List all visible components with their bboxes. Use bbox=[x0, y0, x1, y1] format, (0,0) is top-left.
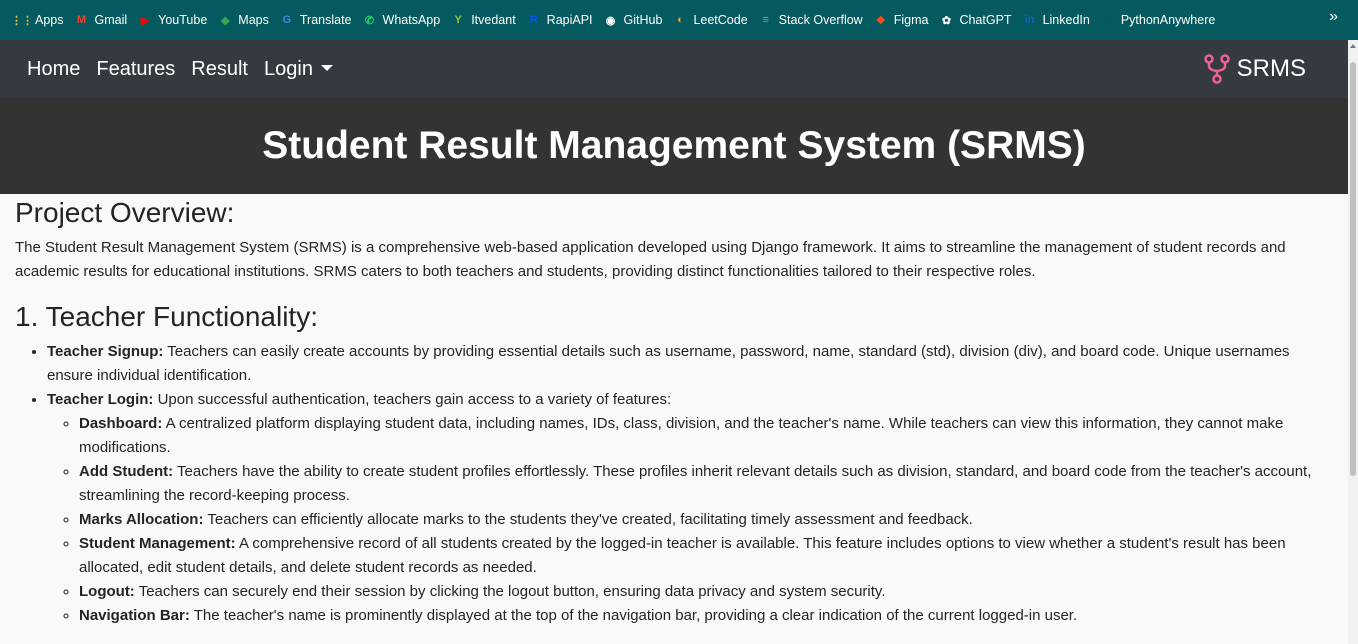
brand-name: SRMS bbox=[1236, 55, 1306, 82]
list-item: Navigation Bar: The teacher's name is pr… bbox=[79, 604, 1335, 628]
bookmark-label: RapiAPI bbox=[546, 13, 593, 27]
list-item: Marks Allocation: Teachers can efficient… bbox=[79, 508, 1335, 532]
scroll-up-arrow-icon[interactable] bbox=[1350, 44, 1356, 48]
bookmark-maps[interactable]: ◆ Maps bbox=[213, 7, 275, 33]
bookmark-label: GitHub bbox=[623, 13, 663, 27]
teacher-functionality-heading: 1. Teacher Functionality: bbox=[15, 301, 318, 332]
caret-down-icon bbox=[320, 64, 333, 71]
nav-login-dropdown[interactable]: Login bbox=[264, 58, 333, 81]
list-item: Add Student: Teachers have the ability t… bbox=[79, 460, 1335, 508]
bookmark-chatgpt[interactable]: ✿ ChatGPT bbox=[934, 7, 1017, 33]
bookmark-label: ChatGPT bbox=[959, 13, 1012, 27]
bookmark-translate[interactable]: G Translate bbox=[275, 7, 358, 33]
gmail-icon: M bbox=[76, 14, 87, 26]
signup-text: Teachers can easily create accounts by p… bbox=[47, 343, 1290, 384]
pythonanywhere-icon: ◌ bbox=[1104, 14, 1112, 26]
feature-label: Student Management: bbox=[79, 535, 236, 552]
rapidapi-icon: R bbox=[529, 14, 538, 26]
feature-text: A centralized platform displaying studen… bbox=[79, 415, 1284, 456]
login-features-sublist: Dashboard: A centralized platform displa… bbox=[47, 412, 1335, 628]
linkedin-icon: in bbox=[1024, 14, 1035, 26]
feature-label: Dashboard: bbox=[79, 415, 163, 432]
bookmark-itvedant[interactable]: Y Itvedant bbox=[446, 7, 521, 33]
signup-label: Teacher Signup: bbox=[47, 343, 164, 360]
overview-paragraph: The Student Result Management System (SR… bbox=[15, 239, 1286, 280]
navbar: Home Features Result Login SRMS bbox=[0, 40, 1348, 98]
list-item: Logout: Teachers can securely end their … bbox=[79, 580, 1335, 604]
page-scrollbar[interactable] bbox=[1348, 40, 1358, 644]
feature-label: Marks Allocation: bbox=[79, 511, 204, 528]
figma-icon: ❖ bbox=[875, 14, 886, 27]
fork-logo-icon bbox=[1203, 54, 1230, 84]
feature-text: Teachers can efficiently allocate marks … bbox=[203, 511, 973, 528]
bookmark-label: Translate bbox=[299, 13, 352, 27]
login-text: Upon successful authentication, teachers… bbox=[153, 391, 672, 408]
bookmark-label: LeetCode bbox=[693, 13, 748, 27]
bookmark-label: Gmail bbox=[94, 13, 128, 27]
maps-icon: ◆ bbox=[221, 14, 230, 27]
bookmark-label: Figma bbox=[893, 13, 929, 27]
feature-text: Teachers have the ability to create stud… bbox=[79, 463, 1312, 504]
bookmark-label: WhatsApp bbox=[382, 13, 441, 27]
bookmark-stack-overflow[interactable]: ≡ Stack Overflow bbox=[754, 7, 869, 33]
scrollbar-thumb[interactable] bbox=[1350, 62, 1356, 476]
chatgpt-icon: ✿ bbox=[941, 14, 952, 27]
feature-text: Teachers can securely end their session … bbox=[134, 583, 886, 600]
itvedant-icon: Y bbox=[454, 14, 462, 26]
feature-text: A comprehensive record of all students c… bbox=[79, 535, 1286, 576]
nav-result-link[interactable]: Result bbox=[191, 58, 248, 81]
bookmark-label: Itvedant bbox=[471, 13, 516, 27]
bookmark-label: Apps bbox=[35, 13, 64, 27]
nav-home-link[interactable]: Home bbox=[27, 58, 80, 81]
github-icon: ◉ bbox=[605, 14, 616, 27]
bookmark-apps[interactable]: ⋮⋮ Apps bbox=[10, 7, 70, 33]
list-item-teacher-signup: Teacher Signup: Teachers can easily crea… bbox=[47, 340, 1335, 388]
overview-heading: Project Overview: bbox=[15, 197, 235, 228]
bookmarks-overflow-button[interactable]: » bbox=[1329, 8, 1338, 26]
bookmark-label: YouTube bbox=[158, 13, 208, 27]
bookmark-label: Stack Overflow bbox=[778, 13, 863, 27]
login-label: Teacher Login: bbox=[47, 391, 154, 408]
list-item: Dashboard: A centralized platform displa… bbox=[79, 412, 1335, 460]
teacher-feature-list: Teacher Signup: Teachers can easily crea… bbox=[15, 340, 1335, 628]
bookmark-figma[interactable]: ❖ Figma bbox=[869, 7, 935, 33]
apps-grid-icon: ⋮⋮ bbox=[11, 14, 33, 27]
bookmark-leetcode[interactable]: ◐ LeetCode bbox=[668, 7, 753, 33]
whatsapp-icon: ✆ bbox=[364, 14, 375, 27]
stackoverflow-icon: ≡ bbox=[762, 14, 769, 26]
list-item-teacher-login: Teacher Login: Upon successful authentic… bbox=[47, 388, 1335, 628]
nav-login-label: Login bbox=[264, 57, 313, 80]
brand-link[interactable]: SRMS bbox=[1203, 54, 1306, 84]
bookmark-gmail[interactable]: M Gmail bbox=[70, 7, 134, 33]
hero-banner: Student Result Management System (SRMS) bbox=[0, 98, 1348, 194]
feature-label: Navigation Bar: bbox=[79, 607, 190, 624]
feature-text: The teacher's name is prominently displa… bbox=[189, 607, 1078, 624]
list-item: Student Management: A comprehensive reco… bbox=[79, 532, 1335, 580]
feature-label: Add Student: bbox=[79, 463, 174, 480]
bookmark-linkedin[interactable]: in LinkedIn bbox=[1018, 7, 1096, 33]
bookmark-label: LinkedIn bbox=[1042, 13, 1090, 27]
nav-features-link[interactable]: Features bbox=[96, 58, 175, 81]
bookmark-label: Maps bbox=[238, 13, 269, 27]
bookmark-label: PythonAnywhere bbox=[1120, 13, 1216, 27]
bookmark-github[interactable]: ◉ GitHub bbox=[599, 7, 669, 33]
youtube-icon: ▶ bbox=[140, 14, 150, 27]
feature-label: Logout: bbox=[79, 583, 135, 600]
translate-icon: G bbox=[282, 14, 292, 26]
leetcode-icon: ◐ bbox=[677, 14, 684, 26]
bookmarks-bar: ⋮⋮ Apps M Gmail ▶ YouTube ◆ Maps G Translate ✆ What… bbox=[0, 0, 1358, 40]
bookmark-whatsapp[interactable]: ✆ WhatsApp bbox=[358, 7, 447, 33]
hero-title: Student Result Management System (SRMS) bbox=[262, 124, 1086, 167]
bookmark-rapiapi[interactable]: R RapiAPI bbox=[522, 7, 599, 33]
bookmark-youtube[interactable]: ▶ YouTube bbox=[133, 7, 213, 33]
bookmark-pythonanywhere[interactable]: ◌ PythonAnywhere bbox=[1096, 7, 1222, 33]
main-content: Project Overview: The Student Result Man… bbox=[15, 196, 1335, 628]
